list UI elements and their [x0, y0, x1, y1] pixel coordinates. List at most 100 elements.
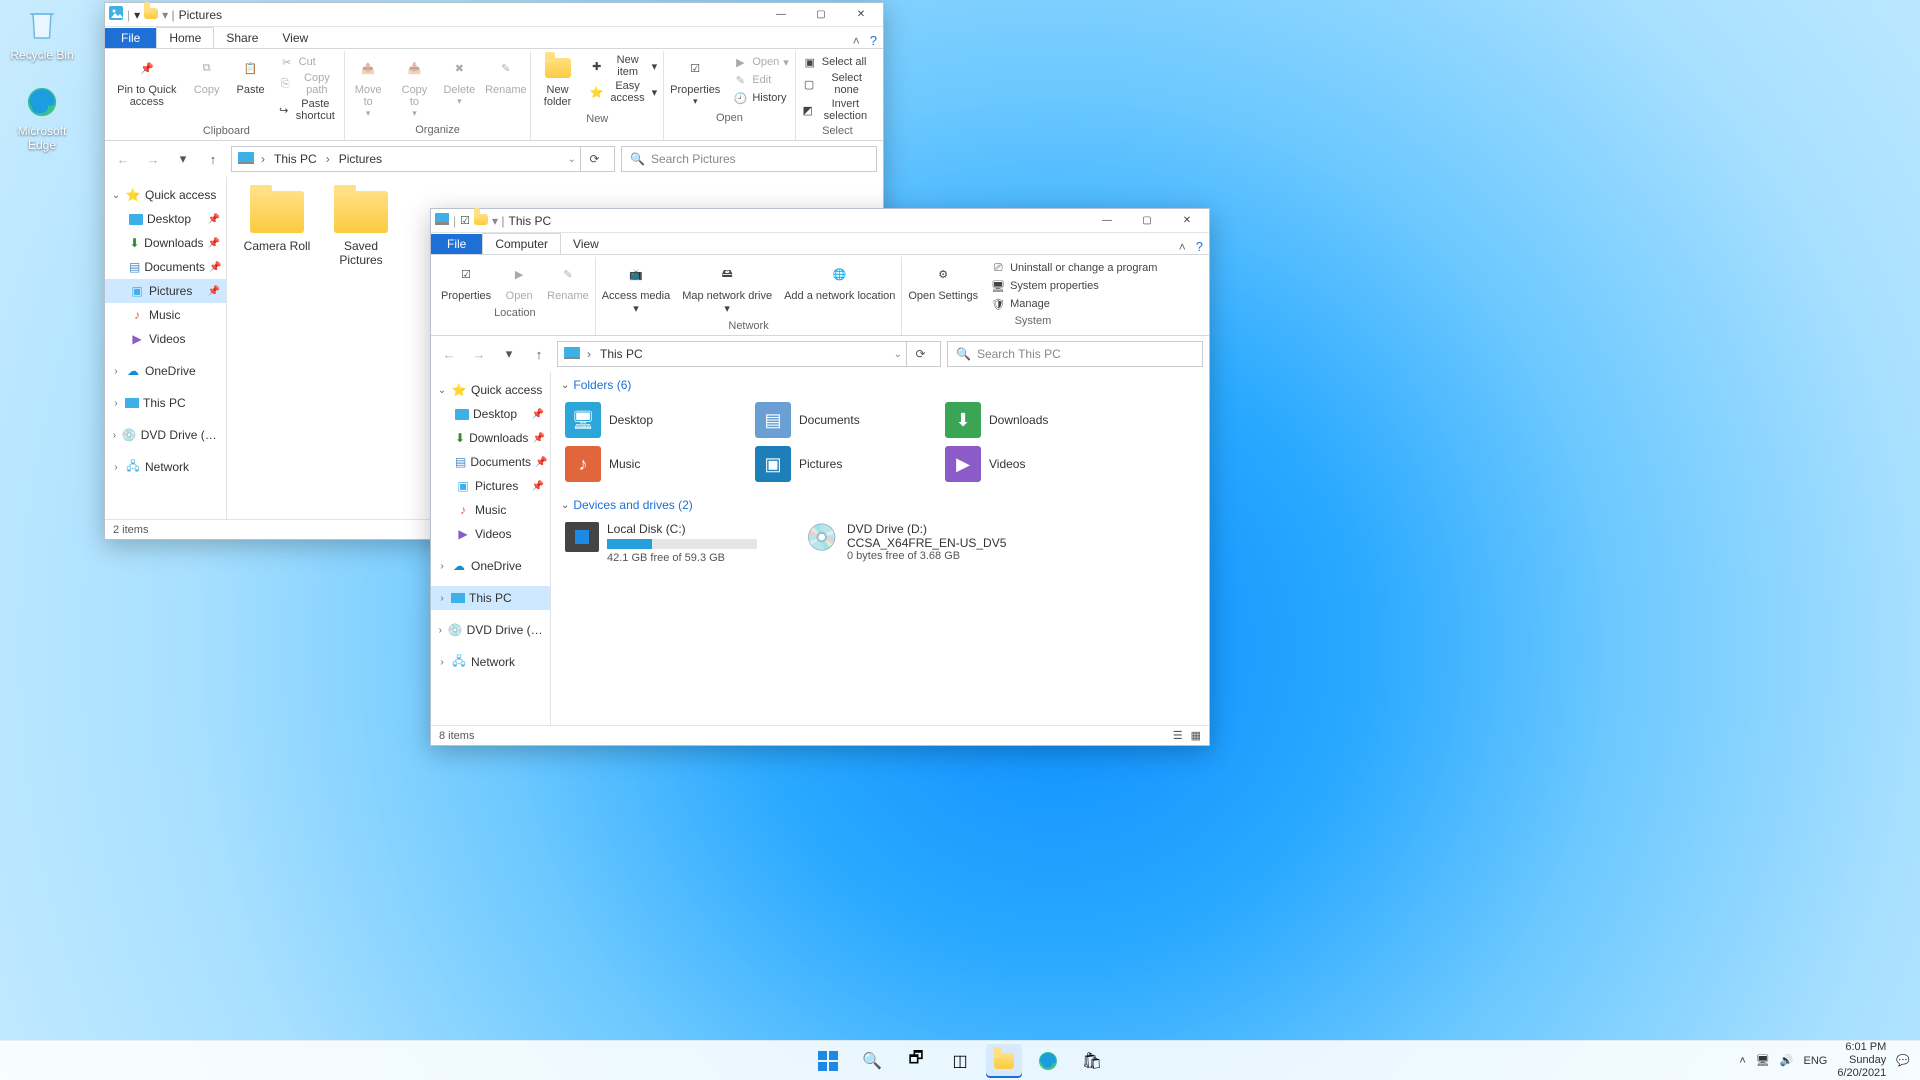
properties-button[interactable]: ☑Properties [435, 257, 497, 305]
folder-music[interactable]: ♪Music [561, 442, 751, 486]
system-tray[interactable]: ˄ 🖥 🔊 ENG 6:01 PM Sunday 6/20/2021 💬 [1729, 1041, 1920, 1080]
invert-selection-button[interactable]: ◩Invert selection [796, 97, 879, 123]
task-view-button[interactable]: 🗗 [898, 1044, 934, 1078]
rename-button[interactable]: ✎Rename [481, 51, 530, 99]
tray-overflow-icon[interactable]: ˄ [1739, 1055, 1745, 1067]
uninstall-button[interactable]: ⎚Uninstall or change a program [984, 259, 1163, 277]
nav-dvd[interactable]: ›💿DVD Drive (D:) CCSA [105, 423, 226, 447]
tab-view[interactable]: View [561, 234, 611, 254]
folder-camera-roll[interactable]: Camera Roll [241, 191, 313, 267]
tab-view[interactable]: View [270, 28, 320, 48]
forward-button[interactable]: → [467, 342, 491, 366]
desktop-icon-edge[interactable]: Microsoft Edge [6, 82, 78, 152]
start-button[interactable] [810, 1044, 846, 1078]
volume-icon[interactable]: 🔊 [1780, 1054, 1794, 1067]
view-details-icon[interactable]: ☰ [1173, 729, 1183, 742]
nav-videos[interactable]: ▶Videos [431, 522, 550, 546]
map-drive-button[interactable]: 🖴Map network drive ▾ [676, 257, 778, 318]
network-icon[interactable]: 🖥 [1756, 1054, 1770, 1067]
qat-save-icon[interactable]: ▾ [134, 8, 140, 22]
taskbar[interactable]: 🔍 🗗 ◫ 🛍 ˄ 🖥 🔊 ENG 6:01 PM Sunday 6/20/20… [0, 1040, 1920, 1080]
edge-button[interactable] [1030, 1044, 1066, 1078]
ribbon-collapse-icon[interactable]: ˄ [849, 34, 864, 48]
manage-button[interactable]: 🛡Manage [984, 295, 1163, 313]
window-thispc[interactable]: | ☑ ▾ | This PC — ▢ ✕ File Computer View… [430, 208, 1210, 746]
folder-documents[interactable]: ▤Documents [751, 398, 941, 442]
nav-pane[interactable]: ⌄⭐Quick access Desktop📌 ⬇Downloads📌 ▤Doc… [105, 177, 227, 519]
nav-desktop[interactable]: Desktop📌 [105, 207, 226, 231]
nav-onedrive[interactable]: ›☁OneDrive [105, 359, 226, 383]
copy-path-button[interactable]: ⎘Copy path [273, 71, 344, 97]
up-button[interactable]: ↑ [201, 147, 225, 171]
open-button[interactable]: ▶Open ▾ [726, 53, 794, 71]
nav-quick-access[interactable]: ⌄⭐Quick access [431, 378, 550, 402]
properties-button[interactable]: ☑Properties▾ [664, 51, 726, 110]
desktop-icon-recycle-bin[interactable]: Recycle Bin [6, 6, 78, 62]
tab-share[interactable]: Share [214, 28, 270, 48]
language-indicator[interactable]: ENG [1804, 1055, 1828, 1067]
breadcrumb[interactable]: Pictures [337, 152, 384, 166]
delete-button[interactable]: ✖Delete▾ [437, 51, 481, 110]
edit-button[interactable]: ✎Edit [726, 71, 794, 89]
search-input[interactable]: 🔍Search This PC [947, 341, 1203, 367]
new-folder-button[interactable]: New folder [531, 51, 583, 111]
store-button[interactable]: 🛍 [1074, 1044, 1110, 1078]
close-button[interactable]: ✕ [1169, 210, 1205, 232]
help-icon[interactable]: ? [1190, 239, 1209, 254]
recent-dropdown[interactable]: ▾ [171, 147, 195, 171]
open-settings-button[interactable]: ⚙Open Settings [902, 257, 984, 305]
nav-thispc[interactable]: ›This PC [105, 391, 226, 415]
nav-documents[interactable]: ▤Documents📌 [431, 450, 550, 474]
nav-documents[interactable]: ▤Documents📌 [105, 255, 226, 279]
ribbon-collapse-icon[interactable]: ˄ [1175, 240, 1190, 254]
nav-music[interactable]: ♪Music [431, 498, 550, 522]
cut-button[interactable]: ✂Cut [273, 53, 344, 71]
nav-pictures[interactable]: ▣Pictures📌 [431, 474, 550, 498]
qat-properties-icon[interactable]: ☑ [460, 214, 470, 227]
rename-button[interactable]: ✎Rename [541, 257, 595, 305]
nav-music[interactable]: ♪Music [105, 303, 226, 327]
back-button[interactable]: ← [437, 342, 461, 366]
search-button[interactable]: 🔍 [854, 1044, 890, 1078]
minimize-button[interactable]: — [763, 4, 799, 26]
maximize-button[interactable]: ▢ [1129, 210, 1165, 232]
titlebar[interactable]: | ▾ ▾ | Pictures — ▢ ✕ [105, 3, 883, 27]
folder-desktop[interactable]: 🖥Desktop [561, 398, 751, 442]
add-location-button[interactable]: 🌐Add a network location [778, 257, 901, 305]
access-media-button[interactable]: 📺Access media ▾ [596, 257, 676, 318]
minimize-button[interactable]: — [1089, 210, 1125, 232]
content-pane[interactable]: ⌄Folders (6) 🖥Desktop ▤Documents ⬇Downlo… [551, 372, 1209, 725]
folder-saved-pictures[interactable]: Saved Pictures [325, 191, 397, 267]
tab-file[interactable]: File [105, 28, 156, 48]
view-tiles-icon[interactable]: ▦ [1191, 729, 1201, 742]
nav-downloads[interactable]: ⬇Downloads📌 [431, 426, 550, 450]
nav-onedrive[interactable]: ›☁OneDrive [431, 554, 550, 578]
history-button[interactable]: 🕘History [726, 89, 794, 107]
easy-access-button[interactable]: ⭐Easy access ▾ [584, 79, 663, 105]
folder-pictures[interactable]: ▣Pictures [751, 442, 941, 486]
recent-dropdown[interactable]: ▾ [497, 342, 521, 366]
paste-button[interactable]: 📋Paste [229, 51, 273, 99]
nav-videos[interactable]: ▶Videos [105, 327, 226, 351]
move-to-button[interactable]: 📤Move to▾ [345, 51, 392, 122]
section-drives[interactable]: ⌄Devices and drives (2) [551, 492, 1209, 518]
notifications-icon[interactable]: 💬 [1896, 1054, 1910, 1067]
nav-pane[interactable]: ⌄⭐Quick access Desktop📌 ⬇Downloads📌 ▤Doc… [431, 372, 551, 725]
nav-dvd[interactable]: ›💿DVD Drive (D:) CCSA [431, 618, 550, 642]
drive-d[interactable]: 💿 DVD Drive (D:) CCSA_X64FRE_EN-US_DV5 0… [801, 518, 1041, 568]
refresh-button[interactable]: ⟳ [906, 341, 934, 367]
section-folders[interactable]: ⌄Folders (6) [551, 372, 1209, 398]
select-all-button[interactable]: ▣Select all [796, 53, 879, 71]
maximize-button[interactable]: ▢ [803, 4, 839, 26]
nav-pictures[interactable]: ▣Pictures📌 [105, 279, 226, 303]
tab-home[interactable]: Home [156, 27, 214, 48]
address-bar[interactable]: This PC ⌄ ⟳ [557, 341, 941, 367]
new-item-button[interactable]: ✚New item ▾ [584, 53, 663, 79]
nav-quick-access[interactable]: ⌄⭐Quick access [105, 183, 226, 207]
system-properties-button[interactable]: 🖥System properties [984, 277, 1163, 295]
tab-computer[interactable]: Computer [482, 233, 561, 254]
copy-to-button[interactable]: 📥Copy to▾ [392, 51, 438, 122]
select-none-button[interactable]: ▢Select none [796, 71, 879, 97]
clock[interactable]: 6:01 PM Sunday 6/20/2021 [1837, 1041, 1886, 1080]
widgets-button[interactable]: ◫ [942, 1044, 978, 1078]
